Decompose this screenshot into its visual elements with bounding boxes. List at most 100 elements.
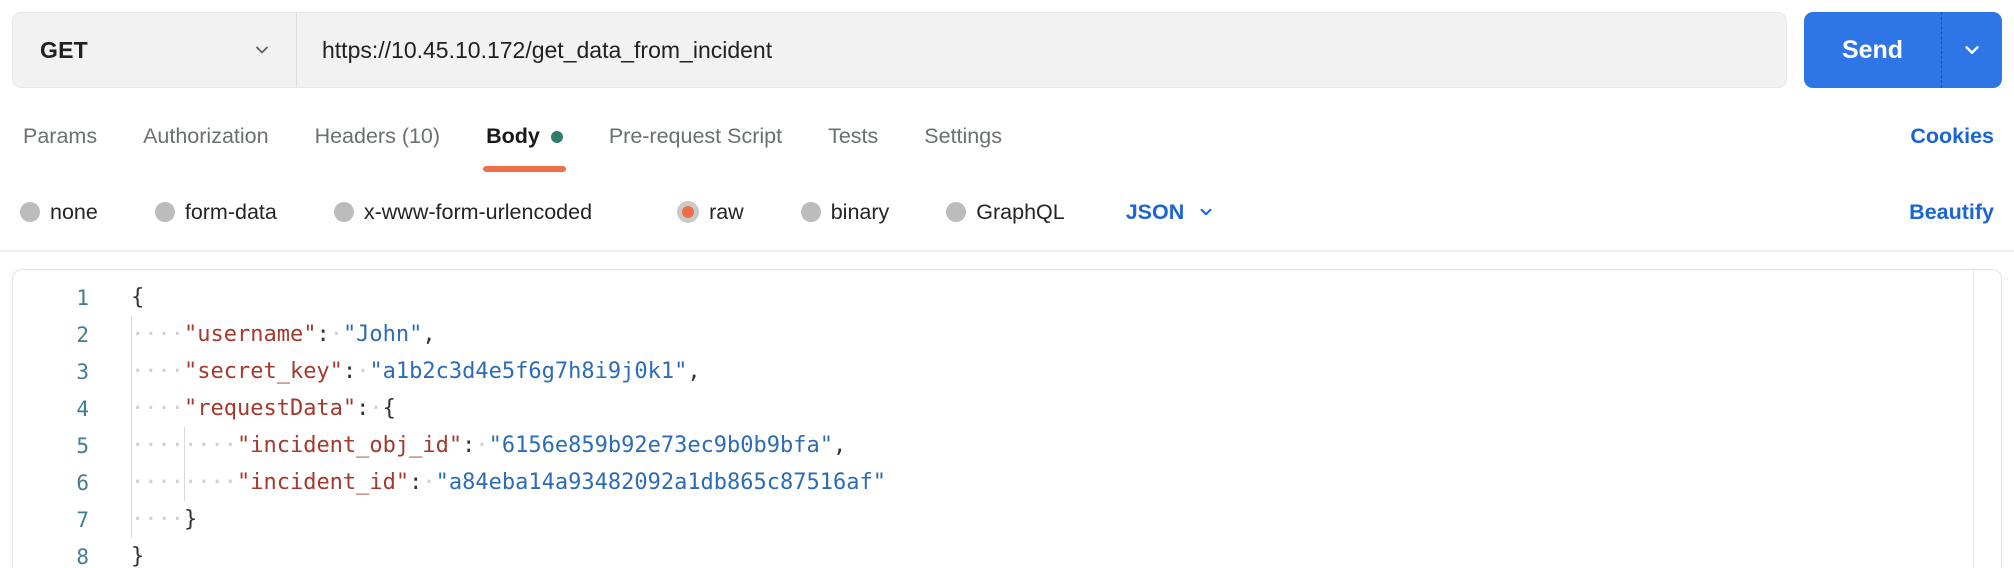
method-label: GET [40, 37, 88, 64]
line-number: 1 [13, 286, 89, 310]
indent-guide [184, 427, 185, 464]
indent-guide [131, 353, 132, 390]
indent-guide [131, 464, 132, 501]
radio-icon [334, 202, 354, 222]
send-options-button[interactable] [1941, 12, 2002, 88]
code-token-punc: } [131, 544, 144, 568]
tab-pre-request-script[interactable]: Pre-request Script [609, 101, 782, 172]
method-select[interactable]: GET [13, 13, 296, 87]
request-builder-panel: GET https://10.45.10.172/get_data_from_i… [0, 0, 2014, 568]
tab-label: Params [23, 124, 97, 149]
indent-guide [184, 464, 185, 501]
code-token-str: "6156e859b92e73ec9b0b9bfa" [489, 433, 833, 458]
body-mode-label: binary [831, 200, 890, 225]
code-line[interactable]: 5········"incident_obj_id":·"6156e859b92… [13, 427, 1973, 464]
line-number: 2 [13, 323, 89, 347]
body-mode-label: raw [709, 200, 744, 225]
beautify-link[interactable]: Beautify [1909, 200, 1994, 225]
tab-settings[interactable]: Settings [924, 101, 1002, 172]
send-button[interactable]: Send [1804, 12, 1941, 88]
code-line[interactable]: 4····"requestData":·{ [13, 390, 1973, 427]
radio-icon [946, 202, 966, 222]
chevron-down-icon [1961, 39, 1983, 61]
code-line[interactable]: 8} [13, 538, 1973, 568]
body-mode-label: x-www-form-urlencoded [364, 200, 592, 225]
body-options-row: none form-data x-www-form-urlencoded raw bin… [20, 186, 1994, 238]
body-language-select[interactable]: JSON [1126, 200, 1216, 225]
body-mode-binary[interactable]: binary [801, 200, 890, 225]
code-token-ws: · [369, 396, 382, 421]
tab-authorization[interactable]: Authorization [143, 101, 269, 172]
body-mode-raw[interactable]: raw [677, 200, 744, 225]
code-token-ws: · [330, 322, 343, 347]
tab-body[interactable]: Body [486, 101, 563, 172]
send-button-group: Send [1804, 12, 2002, 88]
code-token-key: "incident_id" [237, 470, 409, 495]
code-token-ws: ···· [131, 396, 184, 421]
url-bar: GET https://10.45.10.172/get_data_from_i… [12, 12, 1787, 88]
tab-label: Tests [828, 124, 878, 149]
code-token-ws: · [475, 433, 488, 458]
request-tabs-row: Params Authorization Headers (10) Body Pre-r… [23, 101, 1994, 172]
indent-guide [131, 390, 132, 427]
code-line[interactable]: 3····"secret_key":·"a1b2c3d4e5f6g7h8i9j0… [13, 353, 1973, 390]
code-token-ws: ···· [131, 359, 184, 384]
body-mode-label: form-data [185, 200, 277, 225]
code-token-key: "requestData" [184, 396, 356, 421]
code-line-content: { [131, 279, 144, 316]
code-line[interactable]: 2····"username":·"John", [13, 316, 1973, 353]
code-token-punc: : [409, 470, 422, 495]
line-number: 8 [13, 545, 89, 568]
code-token-punc: : [343, 359, 356, 384]
code-line-content: ····"username":·"John", [131, 316, 436, 353]
radio-selected-icon [677, 201, 699, 223]
code-line-content: ········"incident_id":·"a84eba14a9348209… [131, 464, 886, 501]
code-line[interactable]: 6········"incident_id":·"a84eba14a934820… [13, 464, 1973, 501]
code-token-key: "username" [184, 322, 316, 347]
cookies-link[interactable]: Cookies [1910, 124, 1994, 149]
code-token-str: "John" [343, 322, 422, 347]
tab-params[interactable]: Params [23, 101, 97, 172]
radio-icon [20, 202, 40, 222]
body-content-dot [551, 131, 563, 143]
code-editor[interactable]: 1{2····"username":·"John",3····"secret_k… [12, 269, 2002, 568]
url-input[interactable]: https://10.45.10.172/get_data_from_incid… [297, 13, 1786, 87]
code-line[interactable]: 7 ····} [13, 501, 1973, 538]
code-token-str: "a84eba14a93482092a1db865c87516af" [436, 470, 886, 495]
code-token-punc: { [383, 396, 396, 421]
line-number: 7 [13, 508, 89, 532]
chevron-down-icon [1197, 203, 1215, 221]
code-token-punc: { [131, 285, 144, 310]
code-line-content: ········"incident_obj_id":·"6156e859b92e… [131, 427, 846, 464]
request-tabs: Params Authorization Headers (10) Body Pre-r… [23, 101, 1002, 172]
line-number: 5 [13, 434, 89, 458]
body-mode-radios: none form-data x-www-form-urlencoded raw bin… [20, 200, 1122, 225]
indent-guide [131, 501, 132, 538]
indent-guide [131, 427, 132, 464]
body-mode-graphql[interactable]: GraphQL [946, 200, 1064, 225]
radio-icon [801, 202, 821, 222]
body-mode-form-data[interactable]: form-data [155, 200, 277, 225]
code-lines: 1{2····"username":·"John",3····"secret_k… [13, 279, 1973, 568]
tab-label: Authorization [143, 124, 269, 149]
code-token-punc: : [462, 433, 475, 458]
body-mode-label: GraphQL [976, 200, 1064, 225]
code-line[interactable]: 1{ [13, 279, 1973, 316]
code-token-str: "a1b2c3d4e5f6g7h8i9j0k1" [369, 359, 687, 384]
code-token-punc: } [184, 507, 197, 532]
tab-tests[interactable]: Tests [828, 101, 878, 172]
editor-scrollbar[interactable] [1973, 270, 2001, 568]
code-token-punc: , [833, 433, 846, 458]
code-line-content: ····} [131, 501, 197, 538]
code-token-key: "incident_obj_id" [237, 433, 462, 458]
code-line-content: ····"requestData":·{ [131, 390, 396, 427]
body-mode-label: none [50, 200, 98, 225]
section-divider [0, 250, 2014, 252]
body-language-label: JSON [1126, 200, 1185, 225]
tab-headers-10[interactable]: Headers (10) [315, 101, 440, 172]
body-mode-x-www-form-urlencoded[interactable]: x-www-form-urlencoded [334, 200, 592, 225]
code-token-punc: , [422, 322, 435, 347]
code-token-ws: ···· [131, 322, 184, 347]
tab-label: Body [486, 124, 540, 149]
body-mode-none[interactable]: none [20, 200, 98, 225]
